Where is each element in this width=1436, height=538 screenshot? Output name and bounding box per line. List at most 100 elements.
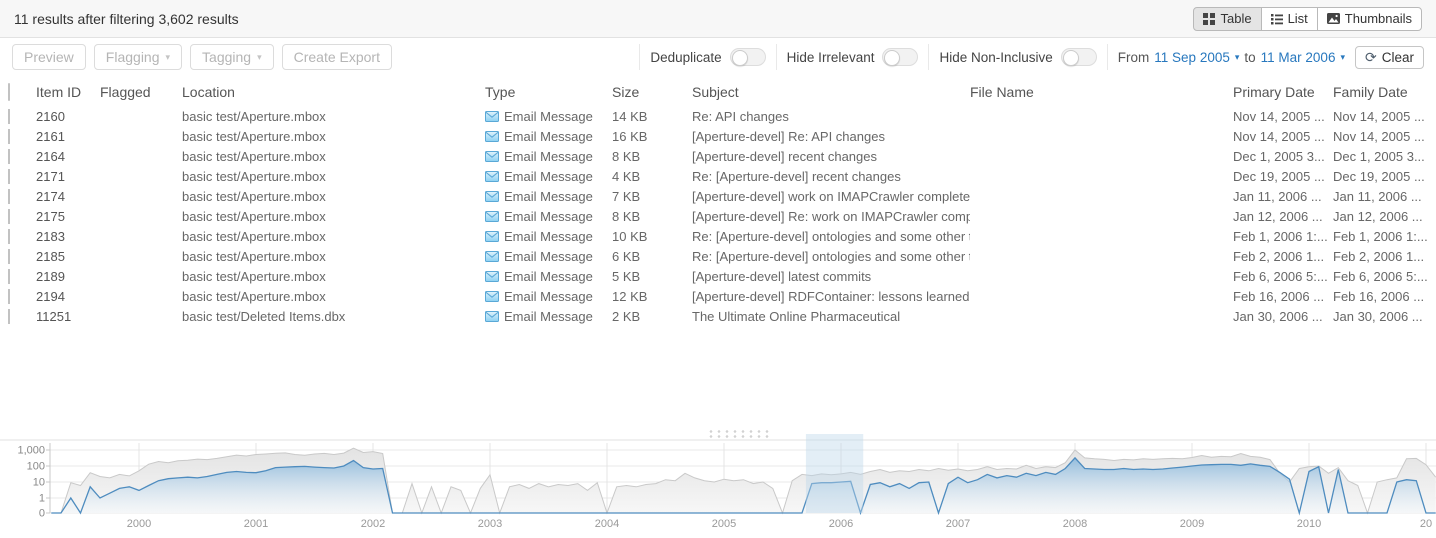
chevron-down-icon[interactable]: ▾ <box>1340 52 1345 63</box>
email-message-icon <box>485 191 499 202</box>
cell-type-label: Email Message <box>504 289 593 304</box>
view-button-list[interactable]: List <box>1261 7 1318 31</box>
y-axis-tick-label: 10 <box>33 477 45 489</box>
results-bar: 11 results after filtering 3,602 results… <box>0 0 1436 38</box>
toolbar-filters: Deduplicate Hide Irrelevant Hide Non-Inc… <box>639 44 1424 70</box>
cell-size: 8 KB <box>612 209 692 224</box>
column-header-subject[interactable]: Subject <box>692 84 970 100</box>
cell-subject: [Aperture-devel] work on IMAPCrawler com… <box>692 189 970 204</box>
cell-family-date: Jan 30, 2006 ... <box>1333 309 1436 324</box>
table-row[interactable]: 2161basic test/Aperture.mboxEmail Messag… <box>0 126 1436 146</box>
column-header-family-date[interactable]: Family Date <box>1333 84 1436 100</box>
tagging-dropdown-button[interactable]: Tagging▾ <box>190 44 274 70</box>
flagging-dropdown-button[interactable]: Flagging▾ <box>94 44 182 70</box>
cell-primary-date: Jan 30, 2006 ... <box>1233 309 1333 324</box>
row-checkbox[interactable] <box>8 289 10 304</box>
select-all-checkbox[interactable] <box>8 83 10 101</box>
cell-family-date: Feb 1, 2006 1:... <box>1333 229 1436 244</box>
row-checkbox[interactable] <box>8 249 10 264</box>
row-checkbox[interactable] <box>8 229 10 244</box>
view-button-thumbnails[interactable]: Thumbnails <box>1317 7 1422 31</box>
from-label: From <box>1118 50 1150 65</box>
cell-item-id: 2160 <box>36 109 100 124</box>
email-message-icon <box>485 131 499 142</box>
column-header-size[interactable]: Size <box>612 84 692 100</box>
to-date-link[interactable]: 11 Mar 2006 <box>1261 50 1336 65</box>
x-axis-tick-label: 2009 <box>1180 518 1204 530</box>
cell-size: 6 KB <box>612 249 692 264</box>
email-message-icon <box>485 231 499 242</box>
divider <box>1107 44 1108 70</box>
table-row[interactable]: 2194basic test/Aperture.mboxEmail Messag… <box>0 286 1436 306</box>
clear-date-filter-button[interactable]: ⟳ Clear <box>1355 46 1424 69</box>
row-checkbox[interactable] <box>8 109 10 124</box>
row-checkbox[interactable] <box>8 269 10 284</box>
table-row[interactable]: 2174basic test/Aperture.mboxEmail Messag… <box>0 186 1436 206</box>
column-header-location[interactable]: Location <box>182 84 485 100</box>
table-row[interactable]: 2160basic test/Aperture.mboxEmail Messag… <box>0 106 1436 126</box>
y-axis-tick-label: 1,000 <box>17 445 45 457</box>
hide-non-inclusive-toggle[interactable] <box>1061 48 1097 66</box>
cell-size: 12 KB <box>612 289 692 304</box>
row-checkbox[interactable] <box>8 309 10 324</box>
hide-irrelevant-toggle[interactable] <box>882 48 918 66</box>
divider <box>639 44 640 70</box>
table-row[interactable]: 2185basic test/Aperture.mboxEmail Messag… <box>0 246 1436 266</box>
column-header-flagged[interactable]: Flagged <box>100 84 182 100</box>
timeline-selection-region[interactable] <box>806 434 863 513</box>
column-header-primary-date[interactable]: Primary Date <box>1233 84 1333 100</box>
column-header-item-id[interactable]: Item ID <box>36 84 100 100</box>
deduplicate-toggle[interactable] <box>730 48 766 66</box>
table-row[interactable]: 2175basic test/Aperture.mboxEmail Messag… <box>0 206 1436 226</box>
table-row[interactable]: 2171basic test/Aperture.mboxEmail Messag… <box>0 166 1436 186</box>
create-export-button[interactable]: Create Export <box>282 44 392 70</box>
timeline-chart[interactable]: 01101001,0002000200120022003200420052006… <box>0 428 1436 538</box>
table-row[interactable]: 2189basic test/Aperture.mboxEmail Messag… <box>0 266 1436 286</box>
cell-item-id: 2183 <box>36 229 100 244</box>
from-date-link[interactable]: 11 Sep 2005 <box>1154 50 1230 65</box>
timeline-panel: 01101001,0002000200120022003200420052006… <box>0 428 1436 538</box>
column-header-type[interactable]: Type <box>485 84 612 100</box>
results-summary: 11 results after filtering 3,602 results <box>14 11 239 27</box>
toolbar: Preview Flagging▾ Tagging▾ Create Export… <box>0 39 1436 75</box>
cell-family-date: Feb 2, 2006 1... <box>1333 249 1436 264</box>
cell-family-date: Jan 11, 2006 ... <box>1333 189 1436 204</box>
view-button-label: Thumbnails <box>1345 11 1412 26</box>
cell-primary-date: Jan 11, 2006 ... <box>1233 189 1333 204</box>
chevron-down-icon: ▾ <box>166 52 171 63</box>
refresh-icon: ⟳ <box>1365 50 1377 64</box>
cell-type-label: Email Message <box>504 309 593 324</box>
cell-size: 4 KB <box>612 169 692 184</box>
cell-size: 2 KB <box>612 309 692 324</box>
row-checkbox[interactable] <box>8 129 10 144</box>
cell-family-date: Dec 19, 2005 ... <box>1333 169 1436 184</box>
row-checkbox[interactable] <box>8 209 10 224</box>
row-checkbox[interactable] <box>8 189 10 204</box>
cell-type: Email Message <box>485 109 612 124</box>
cell-primary-date: Feb 2, 2006 1... <box>1233 249 1333 264</box>
cell-item-id: 2175 <box>36 209 100 224</box>
row-checkbox[interactable] <box>8 149 10 164</box>
column-header-file-name[interactable]: File Name <box>970 84 1233 100</box>
view-button-table[interactable]: Table <box>1193 7 1261 31</box>
table-row[interactable]: 2183basic test/Aperture.mboxEmail Messag… <box>0 226 1436 246</box>
email-message-icon <box>485 271 499 282</box>
cell-type-label: Email Message <box>504 189 593 204</box>
row-checkbox[interactable] <box>8 169 10 184</box>
cell-primary-date: Feb 16, 2006 ... <box>1233 289 1333 304</box>
x-axis-tick-label: 2010 <box>1297 518 1321 530</box>
row-checkbox-cell <box>8 309 36 324</box>
cell-type-label: Email Message <box>504 269 593 284</box>
cell-location: basic test/Aperture.mbox <box>182 149 485 164</box>
cell-location: basic test/Aperture.mbox <box>182 169 485 184</box>
cell-type-label: Email Message <box>504 249 593 264</box>
table-row[interactable]: 11251basic test/Deleted Items.dbxEmail M… <box>0 306 1436 326</box>
cell-subject: [Aperture-devel] Re: work on IMAPCrawler… <box>692 209 970 224</box>
cell-primary-date: Feb 6, 2006 5:... <box>1233 269 1333 284</box>
view-button-label: Table <box>1220 11 1251 26</box>
table-row[interactable]: 2164basic test/Aperture.mboxEmail Messag… <box>0 146 1436 166</box>
cell-primary-date: Feb 1, 2006 1:... <box>1233 229 1333 244</box>
preview-button[interactable]: Preview <box>12 44 86 70</box>
divider <box>928 44 929 70</box>
chevron-down-icon[interactable]: ▾ <box>1235 52 1240 63</box>
